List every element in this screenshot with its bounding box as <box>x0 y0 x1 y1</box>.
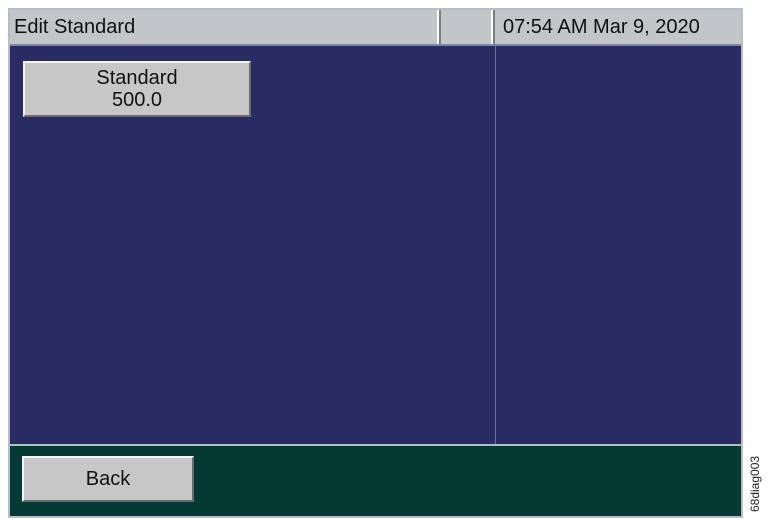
status-field <box>439 10 493 44</box>
back-button[interactable]: Back <box>22 456 194 502</box>
standard-button-value: 500.0 <box>111 89 163 111</box>
main-panel: Standard 500.0 <box>10 46 741 444</box>
app-window: Edit Standard 07:54 AM Mar 9, 2020 Stand… <box>8 8 743 518</box>
datetime-display: 07:54 AM Mar 9, 2020 <box>493 10 741 44</box>
page-title: Edit Standard <box>10 10 439 44</box>
footer-bar: Back <box>10 444 741 516</box>
standard-button[interactable]: Standard 500.0 <box>23 61 251 117</box>
figure-id: 68diag003 <box>748 455 762 513</box>
standard-button-label: Standard <box>96 67 178 89</box>
title-bar: Edit Standard 07:54 AM Mar 9, 2020 <box>10 10 741 46</box>
panel-divider <box>495 46 496 444</box>
